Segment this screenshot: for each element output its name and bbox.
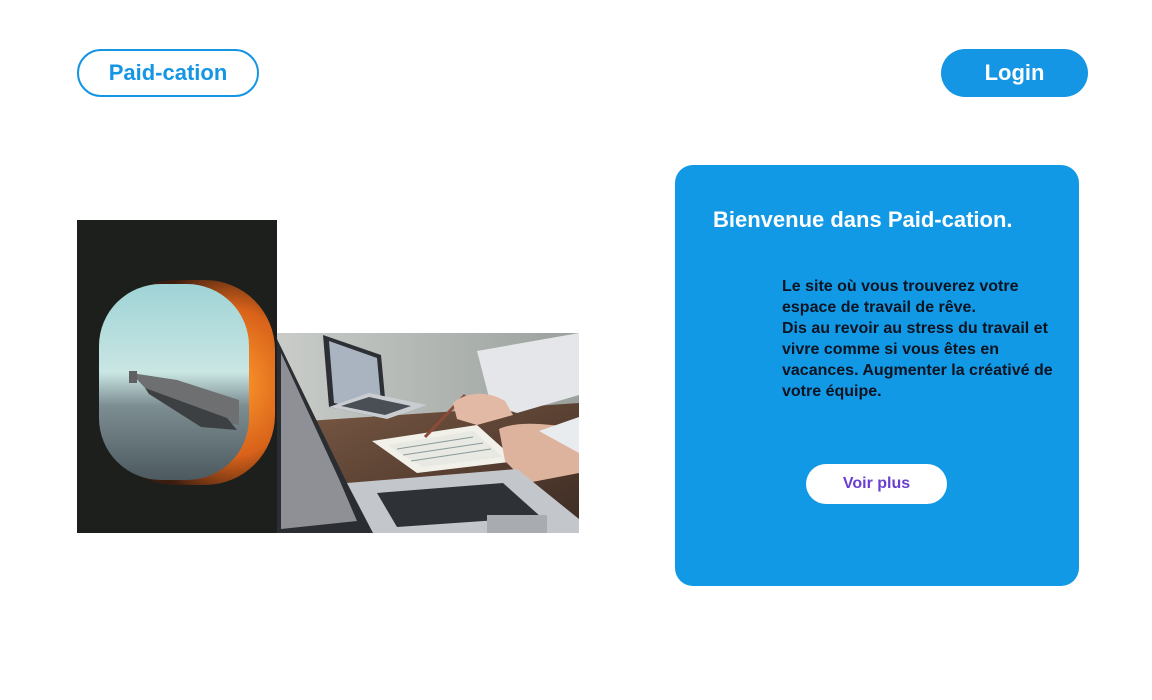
welcome-description: Le site où vous trouverez votre espace d… [782,276,1054,402]
landing-page: Paid-cation Login Bienvenue dans Paid-ca… [0,0,1152,700]
laptops-desk-photo [277,333,579,533]
airplane-window-photo [77,220,277,533]
welcome-description-line: Dis au revoir au stress du travail et vi… [782,320,1053,400]
see-more-button[interactable]: Voir plus [806,464,947,504]
welcome-card: Bienvenue dans Paid-cation. Le site où v… [675,165,1079,586]
welcome-description-line: Le site où vous trouverez votre espace d… [782,278,1019,316]
welcome-title: Bienvenue dans Paid-cation. [713,207,1013,232]
login-button[interactable]: Login [941,49,1088,97]
brand-button[interactable]: Paid-cation [77,49,259,97]
